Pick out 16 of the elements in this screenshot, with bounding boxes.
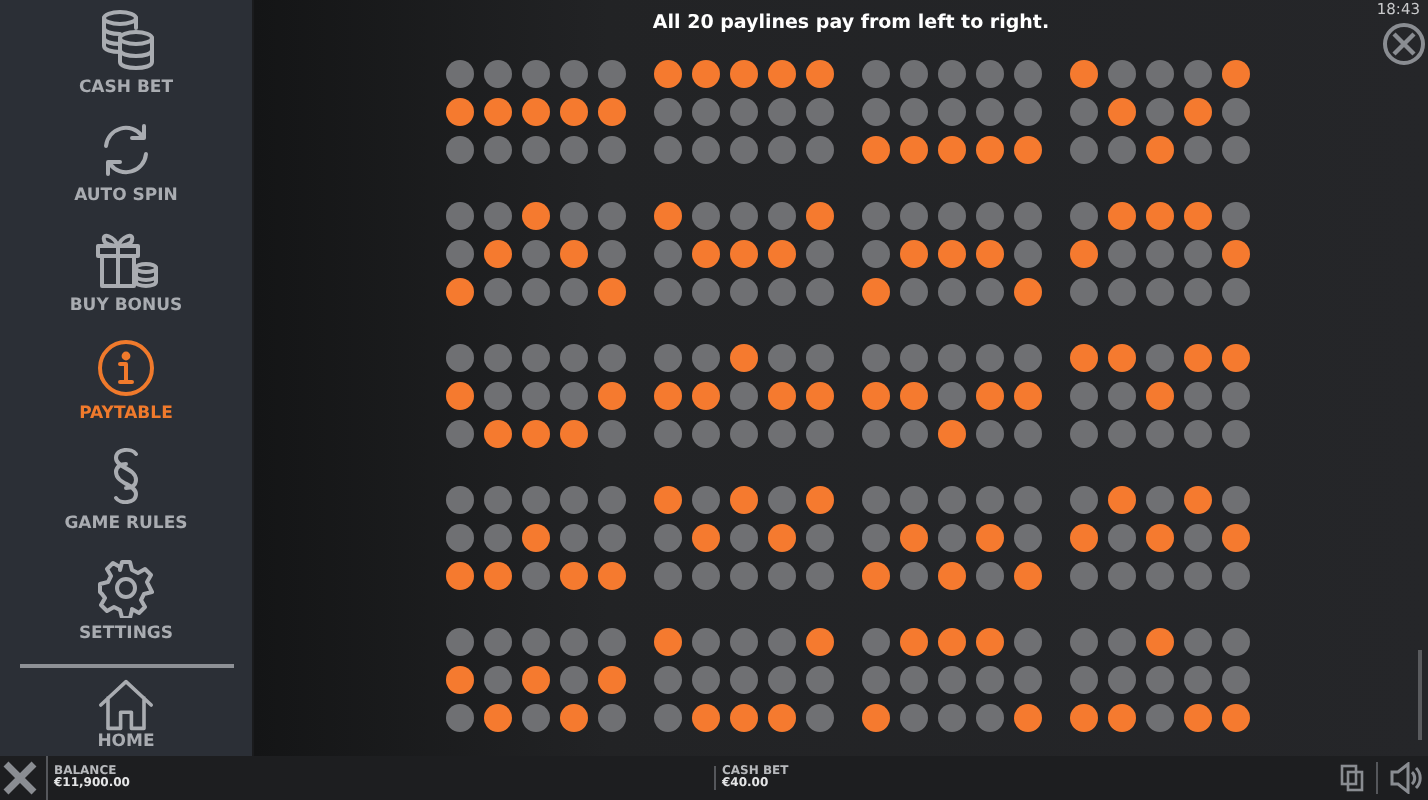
paytable-heading: All 20 paylines pay from left to right. <box>652 12 1050 38</box>
menu-item[interactable]: BUY BONUS <box>16 218 236 328</box>
coins-icon <box>96 7 156 72</box>
menu-item[interactable]: GAME RULES <box>16 436 236 546</box>
menu-item[interactable]: AUTO SPIN <box>16 109 236 219</box>
scrollbar[interactable] <box>1418 650 1422 740</box>
menu-item[interactable]: PAYTABLE <box>16 327 236 437</box>
menu-item[interactable]: SETTINGS <box>16 545 236 656</box>
speaker-icon[interactable] <box>1376 762 1428 794</box>
close-icon[interactable] <box>0 756 48 800</box>
settings-icon <box>96 557 156 618</box>
close-button[interactable] <box>1382 22 1426 66</box>
info-icon <box>96 338 156 399</box>
menu-item[interactable]: HOME <box>16 671 236 752</box>
menu-item[interactable]: CASH BET <box>16 0 236 110</box>
home-icon <box>94 677 158 732</box>
